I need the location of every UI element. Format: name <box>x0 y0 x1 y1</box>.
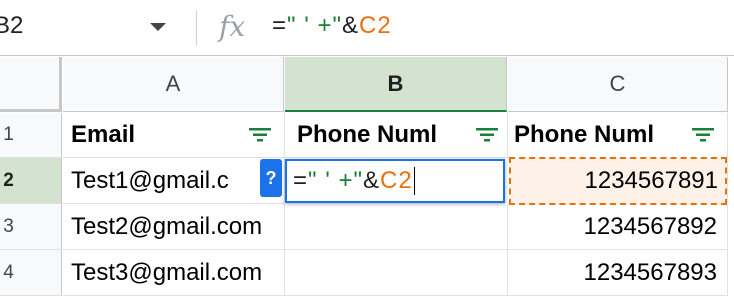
column-header-b[interactable]: B <box>285 57 507 112</box>
cell-c3[interactable]: 1234567892 <box>508 204 728 250</box>
filter-icon[interactable] <box>691 127 715 143</box>
cell-b4[interactable] <box>285 250 508 296</box>
cell-text: Phone Numl <box>297 121 438 148</box>
formula-token-string: " ' +" <box>287 12 342 39</box>
formula-token-eq: = <box>272 12 288 39</box>
filter-icon[interactable] <box>248 127 272 143</box>
cell-text: Email <box>71 121 136 148</box>
cell-text: Test1@gmail.c <box>71 166 229 194</box>
cell-text: 1234567892 <box>583 212 717 240</box>
cell-b1[interactable]: Phone Numl <box>285 113 508 158</box>
name-box-value: B2 <box>0 12 24 39</box>
cell-a2[interactable]: Test1@gmail.c <box>63 158 285 204</box>
column-header-c[interactable]: C <box>508 57 728 112</box>
cell-a1[interactable]: Email <box>63 113 285 158</box>
cell-c1[interactable]: Phone Numl <box>508 113 728 158</box>
cell-text: Test2@gmail.com <box>71 212 263 240</box>
editor-token-string: " ' +" <box>308 167 363 194</box>
cell-b3[interactable] <box>285 204 508 250</box>
formula-input[interactable]: =" ' +"&C2 <box>272 12 392 40</box>
cell-a4[interactable]: Test3@gmail.com <box>63 250 285 296</box>
formula-token-amp: & <box>342 12 360 39</box>
formula-token-ref: C2 <box>359 12 392 39</box>
row-header-2[interactable]: 2 <box>0 158 62 204</box>
text-caret <box>413 167 415 195</box>
select-all-corner[interactable] <box>0 57 62 112</box>
row-header-1[interactable]: 1 <box>0 113 62 158</box>
row-header-label: 1 <box>3 124 14 145</box>
editor-token-amp: & <box>363 167 381 194</box>
row-header-label: 3 <box>3 215 14 237</box>
chevron-down-icon[interactable] <box>150 23 166 31</box>
cell-editor[interactable]: = " ' +" & C2 <box>285 159 505 203</box>
cell-text: 1234567891 <box>584 167 718 194</box>
formula-bar: B2 fx =" ' +"&C2 <box>0 0 734 56</box>
cell-text: Test3@gmail.com <box>71 258 263 286</box>
editor-token-ref: C2 <box>380 167 413 194</box>
column-header-a[interactable]: A <box>63 57 284 112</box>
cell-text: 1234567893 <box>583 258 717 286</box>
formula-help-button[interactable]: ? <box>260 159 282 197</box>
cell-c4[interactable]: 1234567893 <box>508 250 728 296</box>
divider <box>196 10 197 46</box>
filter-icon[interactable] <box>475 127 499 143</box>
row-header-4[interactable]: 4 <box>0 250 62 296</box>
name-box[interactable]: B2 <box>0 0 190 56</box>
row-header-label: 4 <box>3 261 14 283</box>
row-header-3[interactable]: 3 <box>0 204 62 250</box>
cell-a3[interactable]: Test2@gmail.com <box>63 204 285 250</box>
row-header-label: 2 <box>3 169 14 191</box>
cell-c2-value: 1234567891 <box>508 158 728 204</box>
editor-token-eq: = <box>293 167 309 194</box>
fx-icon: fx <box>219 10 246 43</box>
cell-text: Phone Numl <box>514 121 655 148</box>
